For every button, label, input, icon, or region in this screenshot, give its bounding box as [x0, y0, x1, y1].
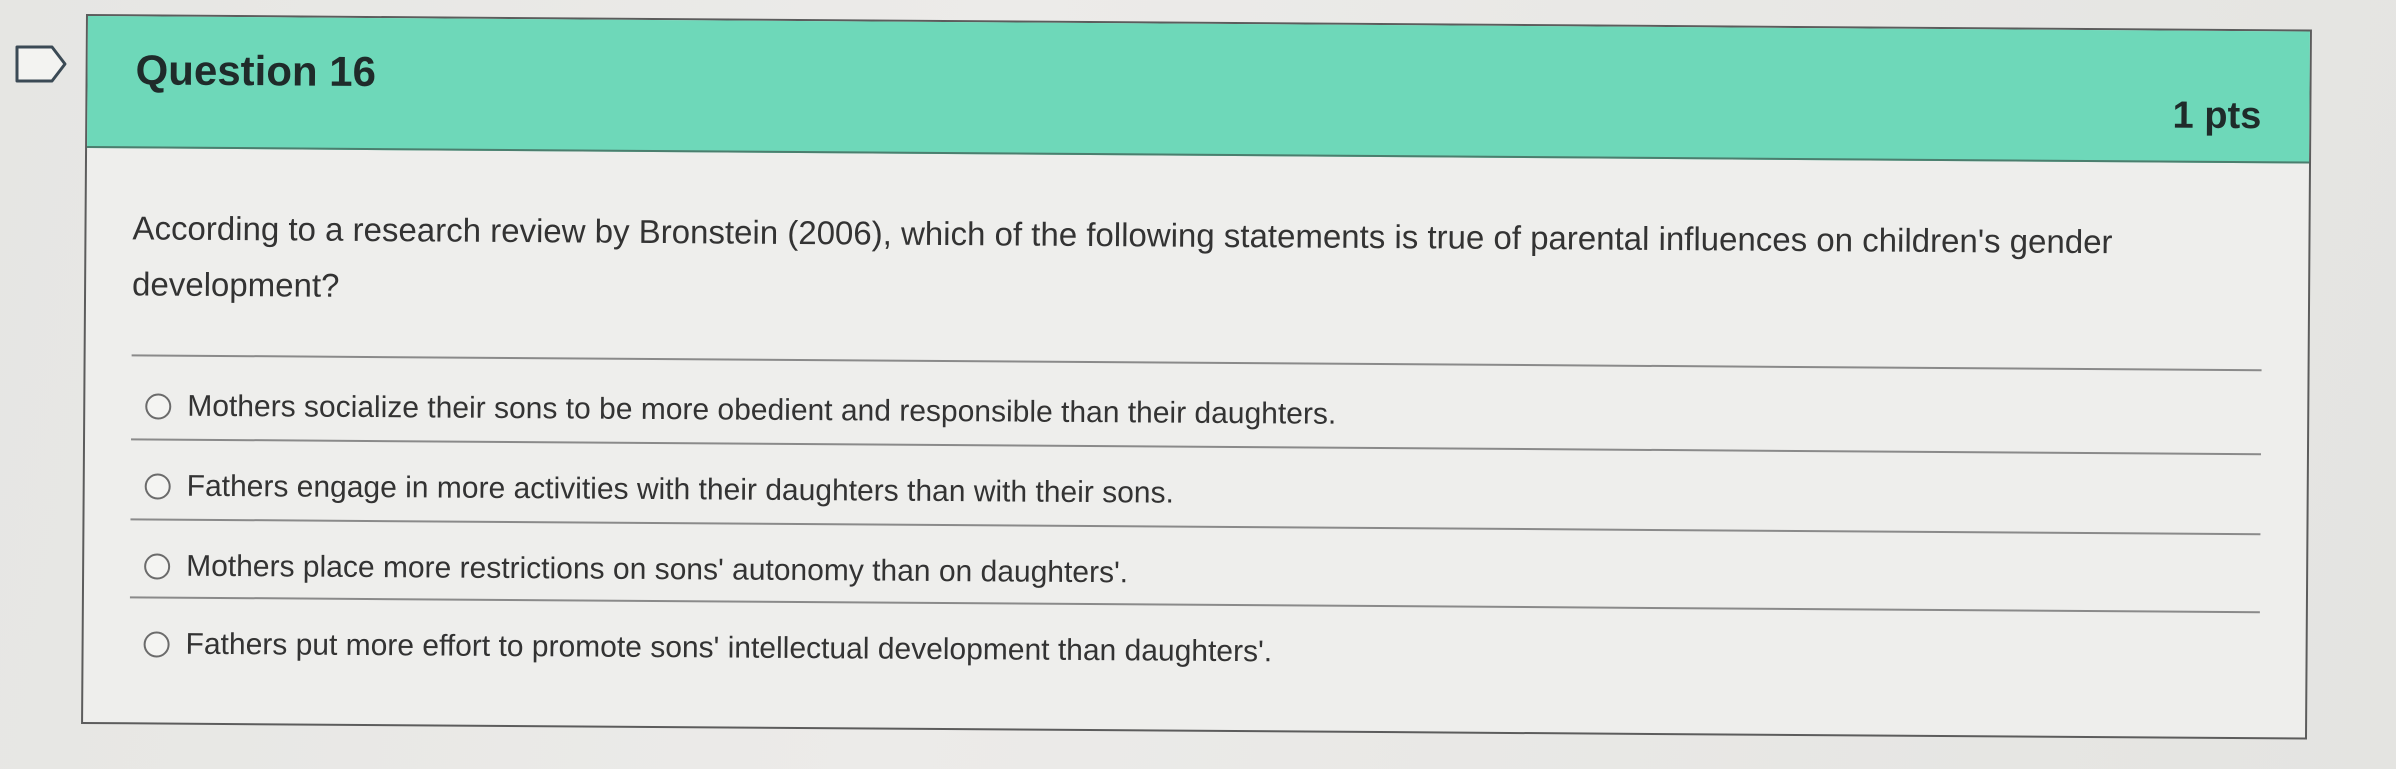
divider: [131, 354, 2262, 372]
answer-option[interactable]: Mothers socialize their sons to be more …: [145, 382, 1336, 438]
radio-unselected-icon[interactable]: [145, 393, 172, 420]
bookmark-flag-icon[interactable]: [14, 44, 68, 84]
question-card: Question 16 1 pts According to a researc…: [81, 14, 2312, 740]
answer-label: Fathers engage in more activities with t…: [186, 469, 1174, 510]
divider: [130, 518, 2261, 536]
divider: [131, 438, 2261, 456]
answer-label: Mothers socialize their sons to be more …: [187, 389, 1337, 431]
answer-option[interactable]: Fathers put more effort to promote sons'…: [143, 620, 1272, 676]
answer-label: Fathers put more effort to promote sons'…: [185, 627, 1273, 669]
radio-unselected-icon[interactable]: [144, 473, 171, 500]
answer-option[interactable]: Mothers place more restrictions on sons'…: [144, 542, 1128, 597]
question-header: Question 16 1 pts: [87, 16, 2310, 164]
radio-unselected-icon[interactable]: [143, 631, 170, 658]
question-title: Question 16: [135, 46, 377, 96]
answer-option[interactable]: Fathers engage in more activities with t…: [144, 462, 1174, 517]
question-prompt: According to a research review by Bronst…: [131, 209, 2113, 304]
answer-label: Mothers place more restrictions on sons'…: [186, 549, 1129, 590]
radio-unselected-icon[interactable]: [144, 553, 171, 580]
quiz-page: Question 16 1 pts According to a researc…: [0, 0, 2396, 769]
divider: [129, 596, 2260, 614]
question-points: 1 pts: [2172, 94, 2262, 138]
